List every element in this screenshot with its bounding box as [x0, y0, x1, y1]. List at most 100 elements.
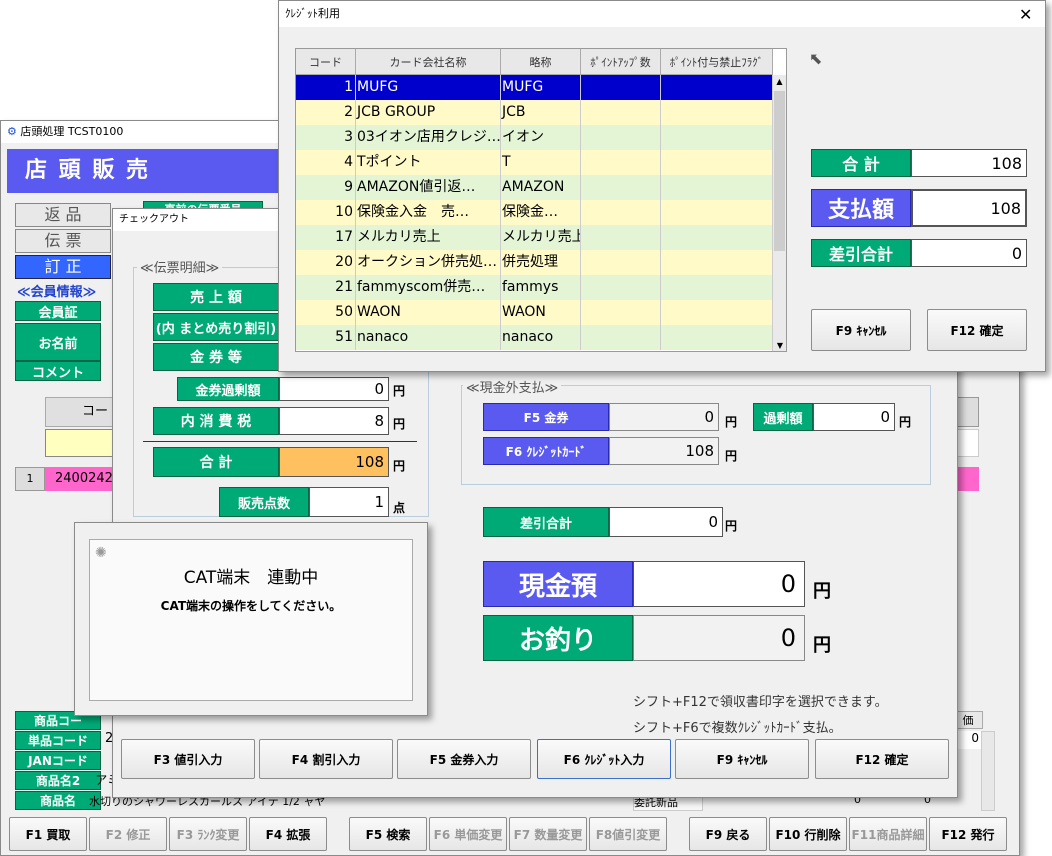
table-row[interactable]: 51 nanaco nanaco: [296, 325, 773, 350]
credit-row-code: 21: [296, 275, 356, 300]
scroll-up-icon[interactable]: ▲: [773, 75, 786, 89]
page-title: 店 頭 販 売: [7, 149, 297, 193]
credit-row-point-forbid: [661, 100, 773, 125]
cash-received-label: 現金預: [483, 561, 633, 607]
checkout-f6-credit-button[interactable]: F6 ｸﾚｼﾞｯﾄ入力: [537, 739, 671, 779]
qty-unit: 点: [393, 501, 406, 515]
credit-titlebar: ｸﾚｼﾞｯﾄ利用: [279, 1, 1045, 27]
fkey-f9[interactable]: F9 戻る: [689, 817, 767, 851]
fkey-f5[interactable]: F5 検索: [349, 817, 427, 851]
fkey-f12[interactable]: F12 発行: [929, 817, 1007, 851]
table-row[interactable]: 9 AMAZON値引返… AMAZON: [296, 175, 773, 200]
fkey-f7[interactable]: F7 数量変更: [509, 817, 587, 851]
f6-credit-unit: 円: [725, 449, 738, 463]
cash-received-value[interactable]: 0: [633, 561, 805, 607]
table-row[interactable]: 21 fammyscom併売… fammys: [296, 275, 773, 300]
fkey-f1[interactable]: F1 買取: [9, 817, 87, 851]
checkout-f9-cancel-button[interactable]: F9 ｷｬﾝｾﾙ: [675, 739, 809, 779]
member-comment-label: コメント: [15, 361, 101, 381]
voucher-excess-unit: 円: [393, 384, 406, 398]
credit-row-name: fammyscom併売…: [356, 275, 501, 300]
fkey-f2[interactable]: F2 修正: [89, 817, 167, 851]
loading-spinner-icon: ✺: [95, 545, 107, 561]
fkey-f8[interactable]: F8値引変更: [589, 817, 667, 851]
hint-multi-credit: シフト+F6で複数ｸﾚｼﾞｯﾄｶｰﾄﾞ支払。: [633, 721, 842, 736]
credit-diff-value: 0: [911, 239, 1027, 267]
product-row-number: 1: [15, 467, 45, 491]
fkey-f3[interactable]: F3 ﾗﾝｸ変更: [169, 817, 247, 851]
right-panel-button[interactable]: [955, 397, 979, 427]
fkey-f4[interactable]: F4 拡張: [249, 817, 327, 851]
close-icon[interactable]: ✕: [1019, 5, 1032, 24]
col-point-forbid[interactable]: ﾎﾟｲﾝﾄ付与禁止ﾌﾗｸﾞ: [661, 49, 773, 75]
list-scrollbar[interactable]: [981, 731, 995, 811]
side-button-correct[interactable]: 訂 正: [15, 255, 111, 279]
jan-code-label: JANコード: [15, 751, 101, 770]
credit-row-point-forbid: [661, 275, 773, 300]
credit-f12-confirm-button[interactable]: F12 確定: [927, 309, 1027, 351]
credit-row-point-up: [581, 75, 661, 100]
side-button-slip[interactable]: 伝 票: [15, 229, 111, 253]
col-company-name[interactable]: カード会社名称: [356, 49, 501, 75]
checkout-f4-percent-button[interactable]: F4 割引入力: [259, 739, 393, 779]
credit-row-abbr: イオン: [501, 125, 581, 150]
table-row[interactable]: 50 WAON WAON: [296, 300, 773, 325]
checkout-f12-confirm-button[interactable]: F12 確定: [815, 739, 949, 779]
table-row[interactable]: 1 MUFG MUFG: [296, 75, 773, 100]
side-button-return[interactable]: 返 品: [15, 203, 111, 227]
slip-section-title: ≪伝票明細≫: [137, 257, 223, 276]
change-unit: 円: [813, 635, 831, 656]
credit-row-point-up: [581, 275, 661, 300]
col-abbr[interactable]: 略称: [501, 49, 581, 75]
fkey-f6[interactable]: F6 単価変更: [429, 817, 507, 851]
bundle-discount-label: (内 まとめ売り割引): [153, 313, 279, 341]
table-row[interactable]: 10 保険金入金 売… 保険金…: [296, 200, 773, 225]
qty-label: 販売点数: [219, 487, 309, 517]
table-row[interactable]: 3 03イオン店用クレジ… イオン: [296, 125, 773, 150]
credit-table-scrollbar[interactable]: ▲ ▼: [772, 75, 786, 351]
fkey-f10[interactable]: F10 行削除: [769, 817, 847, 851]
checkout-f5-voucher-button[interactable]: F5 金券入力: [397, 739, 531, 779]
credit-row-point-forbid: [661, 150, 773, 175]
tax-unit: 円: [393, 417, 406, 431]
col-point-up[interactable]: ﾎﾟｲﾝﾄｱｯﾌﾟ数: [581, 49, 661, 75]
member-card-label: 会員証: [15, 301, 101, 321]
credit-row-code: 10: [296, 200, 356, 225]
credit-row-name: オークション併売処…: [356, 250, 501, 275]
credit-row-name: WAON: [356, 300, 501, 325]
table-row[interactable]: 17 メルカリ売上 メルカリ売上: [296, 225, 773, 250]
f6-credit-label[interactable]: F6 ｸﾚｼﾞｯﾄｶｰﾄﾞ: [483, 437, 609, 465]
credit-row-abbr: JCB: [501, 100, 581, 125]
product-row-code[interactable]: 2400242: [45, 467, 115, 491]
credit-row-point-forbid: [661, 325, 773, 350]
credit-row-point-forbid: [661, 225, 773, 250]
col-code[interactable]: コード: [296, 49, 356, 75]
total-label: 合 計: [153, 447, 279, 477]
credit-row-abbr: 保険金…: [501, 200, 581, 225]
code-input[interactable]: [45, 429, 115, 457]
credit-row-code: 2: [296, 100, 356, 125]
checkout-f3-discount-button[interactable]: F3 値引入力: [121, 739, 255, 779]
credit-row-name: JCB GROUP: [356, 100, 501, 125]
noncash-frame: [461, 385, 931, 485]
credit-row-code: 9: [296, 175, 356, 200]
table-row[interactable]: 20 オークション併売処… 併売処理: [296, 250, 773, 275]
table-row[interactable]: 4 Tポイント T: [296, 150, 773, 175]
credit-pay-input[interactable]: 108: [911, 189, 1027, 227]
credit-row-code: 17: [296, 225, 356, 250]
scroll-thumb[interactable]: [774, 91, 785, 251]
total-value: 108: [279, 447, 389, 477]
credit-row-code: 4: [296, 150, 356, 175]
table-row[interactable]: 2 JCB GROUP JCB: [296, 100, 773, 125]
main-title: 店頭処理 TCST0100: [20, 125, 124, 138]
credit-row-code: 50: [296, 300, 356, 325]
app-icon: ⚙: [7, 125, 17, 138]
credit-f9-cancel-button[interactable]: F9 ｷｬﾝｾﾙ: [811, 309, 911, 351]
fkey-f11[interactable]: F11商品詳細: [849, 817, 927, 851]
credit-row-abbr: AMAZON: [501, 175, 581, 200]
f5-voucher-label[interactable]: F5 金券: [483, 403, 609, 431]
credit-card-table: コード カード会社名称 略称 ﾎﾟｲﾝﾄｱｯﾌﾟ数 ﾎﾟｲﾝﾄ付与禁止ﾌﾗｸﾞ …: [295, 48, 787, 352]
credit-row-abbr: fammys: [501, 275, 581, 300]
scroll-down-icon[interactable]: ▼: [773, 339, 786, 351]
total-divider: [143, 441, 417, 442]
